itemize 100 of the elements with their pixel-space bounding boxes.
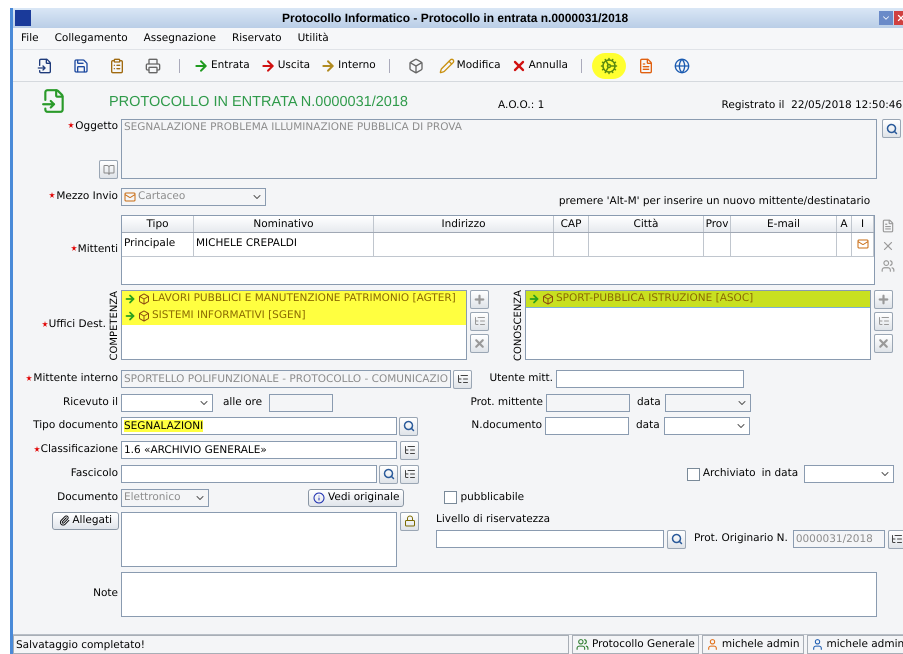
arrow-icon	[528, 292, 540, 305]
search-button[interactable]	[379, 464, 398, 484]
search-icon	[886, 122, 898, 134]
checkbox-label: Archiviato	[702, 466, 756, 482]
tree-icon	[456, 373, 468, 386]
field-label: N.documento	[471, 418, 542, 434]
save-icon	[73, 58, 89, 74]
dropdown-field[interactable]	[665, 394, 751, 412]
tree-icon	[404, 468, 416, 480]
clipboard-icon	[109, 58, 125, 74]
add-button[interactable]	[874, 290, 893, 309]
arrow-icon	[320, 58, 336, 74]
toolbar-button[interactable]: Interno	[317, 52, 379, 78]
input-field[interactable]	[121, 465, 377, 484]
column-header[interactable]: Prov	[704, 216, 731, 232]
column-header[interactable]: Nominativo	[194, 216, 374, 232]
dropdown-field[interactable]	[121, 394, 213, 412]
toolbar-button[interactable]: Annulla	[508, 52, 571, 78]
input-field[interactable]	[269, 394, 333, 412]
document-icon	[37, 58, 53, 74]
paperclip-icon	[59, 515, 70, 526]
input-field[interactable]	[436, 530, 664, 548]
menu-item[interactable]: Riservato	[232, 30, 282, 46]
dropdown-field[interactable]	[804, 465, 894, 484]
field-label: Fascicolo	[70, 466, 118, 482]
field-label: alle ore	[223, 394, 264, 410]
field-label: Mittente interno	[33, 371, 118, 386]
notes-field[interactable]	[121, 572, 877, 617]
field-label: Prot. mittente	[470, 394, 543, 410]
box-icon	[408, 58, 424, 74]
new-document-icon[interactable]	[881, 218, 895, 233]
input-field[interactable]: SEGNALAZIONI	[121, 417, 397, 436]
input-field[interactable]	[556, 370, 744, 388]
column-header[interactable]: Tipo	[122, 216, 194, 232]
book-button[interactable]	[99, 160, 118, 179]
tree-button[interactable]	[400, 440, 419, 460]
attachments-button[interactable]: Allegati	[52, 512, 119, 530]
column-header[interactable]: Città	[589, 216, 704, 232]
menu-item[interactable]: Assegnazione	[144, 30, 216, 46]
close-icon	[877, 336, 890, 350]
view-original-button[interactable]: Vedi originale	[308, 488, 404, 507]
search-button[interactable]	[882, 119, 901, 138]
registration-date: Registrato il 22/05/2018 12:50:46	[722, 98, 902, 114]
input-field[interactable]	[546, 394, 630, 412]
search-button[interactable]	[399, 416, 418, 436]
desk-icon	[542, 292, 554, 305]
tree-button[interactable]	[400, 464, 419, 484]
checkbox[interactable]	[444, 491, 458, 504]
search-icon	[402, 420, 414, 432]
toolbar-button[interactable]: Modifica	[436, 52, 504, 78]
menu-item[interactable]: Utilità	[298, 30, 329, 46]
search-icon	[670, 533, 682, 546]
aoo-label: A.O.O.: 1	[498, 98, 544, 114]
field-label: in data	[762, 466, 798, 482]
toolbar-button[interactable]: Entrata	[190, 52, 253, 78]
column-header[interactable]: CAP	[554, 216, 589, 232]
remove-button[interactable]	[470, 334, 489, 353]
envelope-icon	[124, 190, 136, 203]
checkbox-label: pubblicabile	[460, 490, 524, 505]
menu-item[interactable]: File	[21, 30, 39, 46]
app-icon	[15, 10, 31, 26]
remove-button[interactable]	[874, 334, 893, 353]
close-icon	[896, 13, 903, 23]
input-field[interactable]: 1.6 «ARCHIVIO GENERALE»	[121, 441, 397, 460]
tree-icon	[891, 533, 903, 546]
add-button[interactable]	[470, 290, 489, 309]
checkbox[interactable]	[686, 468, 700, 481]
toolbar-button[interactable]: Uscita	[256, 52, 314, 78]
field-label: Mittenti	[78, 242, 118, 257]
search-button[interactable]	[667, 530, 686, 549]
envelope-icon	[856, 238, 868, 250]
tree-button[interactable]	[888, 530, 903, 549]
field-label: data	[636, 418, 661, 434]
users-icon[interactable]	[881, 258, 895, 273]
field-label: Prot. Originario N.	[694, 531, 788, 546]
vertical-label: COMPETENZA	[109, 291, 121, 361]
column-header[interactable]: I	[852, 216, 874, 232]
status-panel: michele admin	[806, 635, 903, 654]
arrow-icon	[124, 310, 136, 322]
attachments-field[interactable]	[121, 512, 397, 567]
column-header[interactable]: Indirizzo	[374, 216, 554, 232]
field-label: Livello di riservatezza	[436, 512, 552, 527]
field-label: Tipo documento	[33, 418, 118, 434]
dropdown-field[interactable]	[664, 417, 750, 436]
info-icon	[313, 492, 325, 504]
table-cell-text: MICHELE CREPALDI	[196, 236, 298, 252]
input-field[interactable]	[545, 417, 629, 436]
column-header[interactable]: A	[837, 216, 852, 232]
field-label: Mezzo Invio	[56, 189, 118, 204]
tree-button[interactable]	[453, 370, 472, 389]
tree-icon	[404, 444, 416, 456]
lock-button[interactable]	[400, 512, 419, 531]
book-icon	[102, 164, 114, 176]
menu-item[interactable]: Collegamento	[54, 30, 128, 46]
list-item[interactable]: LAVORI PUBBLICI E MANUTENZIONE PATRIMONIO [AGTER]	[122, 290, 466, 308]
restore-button[interactable]	[879, 11, 894, 25]
protocol-heading: PROTOCOLLO IN ENTRATA N.0000031/2018	[109, 93, 408, 112]
status-message: Salvataggio completato!	[13, 635, 569, 654]
list-item[interactable]: SISTEMI INFORMATIVI [SGEN]	[122, 308, 466, 325]
column-header[interactable]: E-mail	[731, 216, 837, 232]
